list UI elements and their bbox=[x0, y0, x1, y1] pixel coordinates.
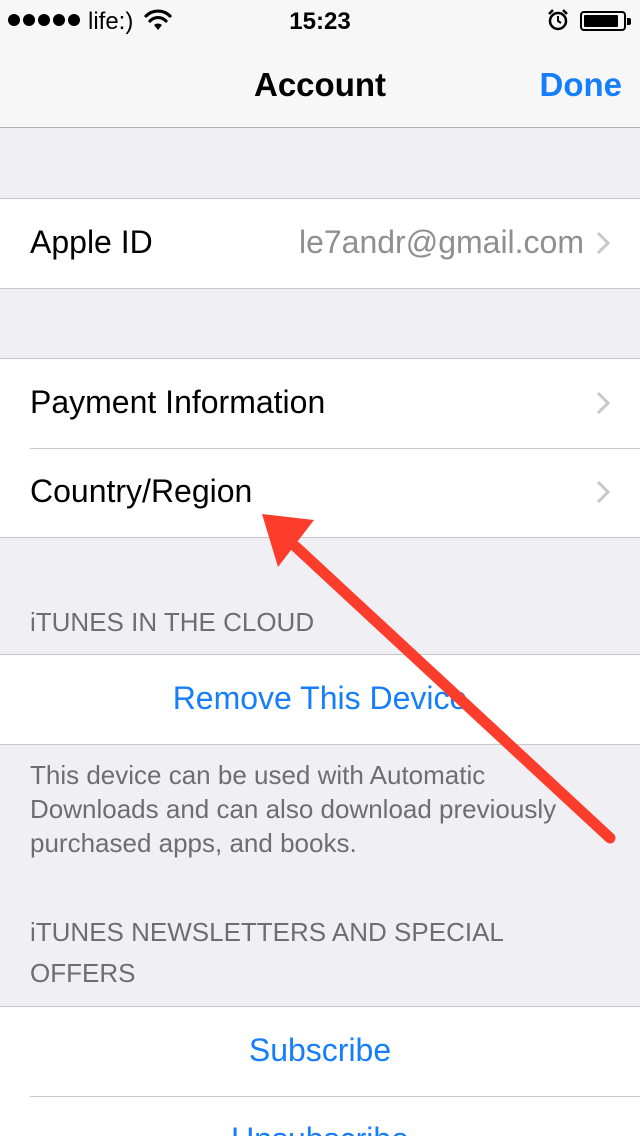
country-region-label: Country/Region bbox=[30, 473, 253, 509]
newsletters-group: Subscribe Unsubscribe bbox=[0, 1006, 640, 1136]
newsletters-header: iTUNES NEWSLETTERS AND SPECIAL OFFERS bbox=[30, 917, 503, 988]
itunes-cloud-footer: This device can be used with Automatic D… bbox=[30, 760, 557, 858]
payment-information-label: Payment Information bbox=[30, 384, 326, 420]
status-bar: life:) 15:23 bbox=[0, 0, 640, 40]
itunes-cloud-header: iTUNES IN THE CLOUD bbox=[30, 607, 315, 637]
status-time: 15:23 bbox=[289, 8, 351, 35]
payment-information-row[interactable]: Payment Information bbox=[0, 359, 640, 448]
battery-icon bbox=[580, 11, 631, 31]
chevron-right-icon bbox=[596, 480, 610, 504]
chevron-right-icon bbox=[596, 231, 610, 255]
apple-id-value: le7andr@gmail.com bbox=[298, 224, 584, 260]
remove-device-button[interactable]: Remove This Device bbox=[0, 680, 640, 717]
subscribe-row[interactable]: Subscribe bbox=[0, 1007, 640, 1096]
chevron-right-icon bbox=[596, 391, 610, 415]
apple-id-row[interactable]: Apple ID le7andr@gmail.com bbox=[0, 199, 640, 288]
country-region-row[interactable]: Country/Region bbox=[0, 448, 640, 537]
alarm-icon bbox=[548, 9, 568, 31]
unsubscribe-row[interactable]: Unsubscribe bbox=[0, 1096, 640, 1136]
remove-device-row[interactable]: Remove This Device bbox=[0, 655, 640, 744]
account-settings-group: Payment Information Country/Region bbox=[0, 358, 640, 538]
unsubscribe-button[interactable]: Unsubscribe bbox=[0, 1121, 640, 1136]
itunes-cloud-group: Remove This Device bbox=[0, 654, 640, 745]
apple-id-group: Apple ID le7andr@gmail.com bbox=[0, 198, 640, 289]
done-button[interactable]: Done bbox=[540, 66, 623, 104]
subscribe-button[interactable]: Subscribe bbox=[0, 1032, 640, 1069]
apple-id-label: Apple ID bbox=[30, 224, 153, 260]
navigation-bar: Account Done bbox=[0, 40, 640, 128]
